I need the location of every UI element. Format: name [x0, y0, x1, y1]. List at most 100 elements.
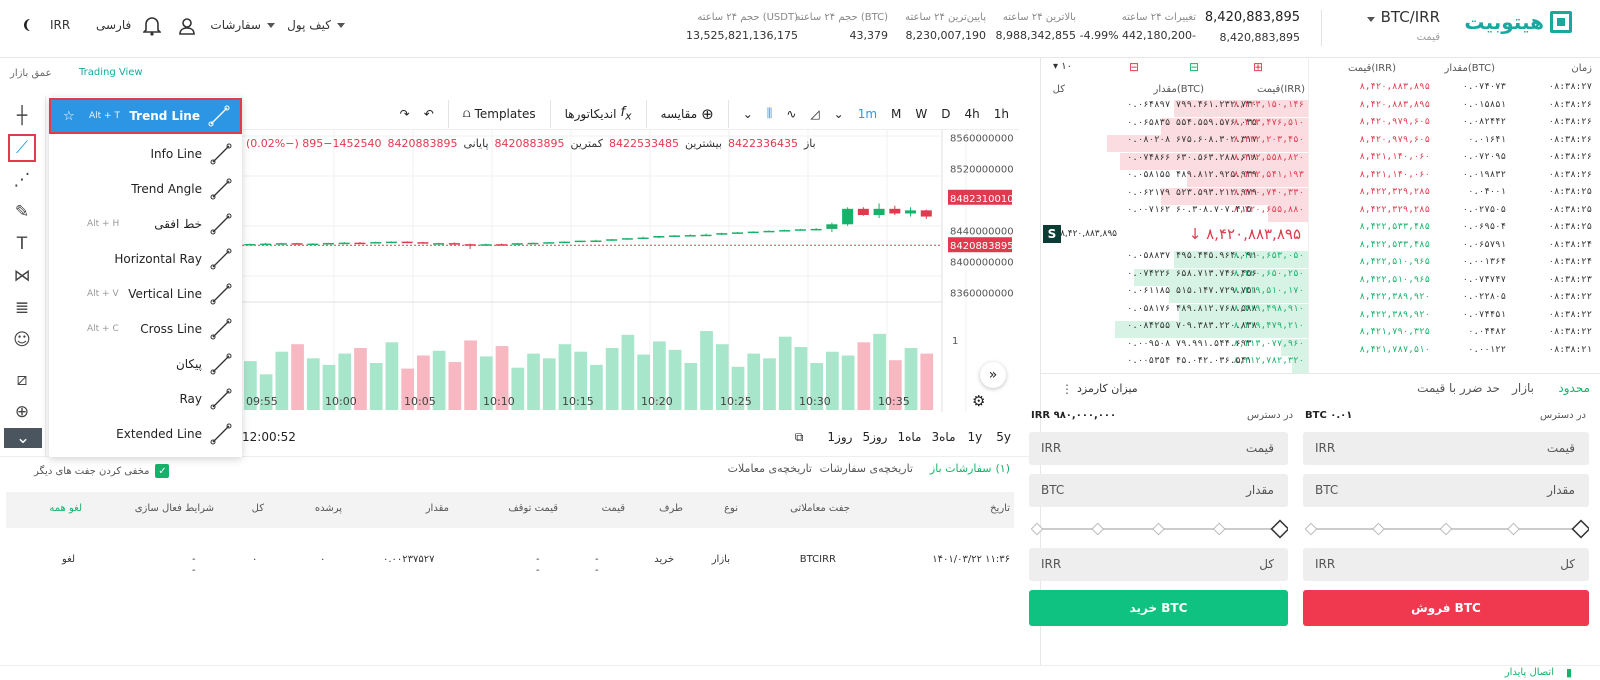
interval-W[interactable]: W: [915, 107, 927, 121]
cancel-all-button[interactable]: لغو همه: [49, 503, 82, 514]
interval-M[interactable]: M: [891, 107, 901, 121]
templates-button[interactable]: ⩍ Templates: [463, 106, 536, 121]
settings-gear-icon[interactable]: ⚙: [972, 392, 985, 410]
more-vertical-icon[interactable]: ⋮: [1061, 382, 1073, 396]
user-icon[interactable]: [178, 17, 196, 38]
chevron-down-icon[interactable]: ⌄: [743, 107, 753, 121]
range-5d[interactable]: 5روز: [862, 430, 887, 444]
stat-label: تغییرات ۲۴ ساعته: [1121, 12, 1196, 23]
trade-price: ۸,۴۲۱,۱۴۰,۰۶۰: [1359, 152, 1430, 162]
depth-select[interactable]: ▾ ۱۰: [1053, 61, 1072, 72]
chart-canvas[interactable]: 8560000000 8520000000 8482310010 8440000000…: [242, 130, 1019, 426]
draw-menu-item[interactable]: Extended Line: [49, 416, 242, 451]
trade-time: ۰۸:۳۸:۲۶: [1548, 169, 1592, 180]
candle: [464, 243, 476, 249]
both-sides-icon[interactable]: ⊞: [1253, 60, 1263, 74]
sell-amount-placeholder: مقدار: [1547, 483, 1575, 497]
compare-button[interactable]: مقایسه ⊕: [661, 105, 714, 123]
emoji-icon[interactable]: ☺: [8, 326, 36, 354]
trend-line-icon[interactable]: ⟋: [8, 134, 36, 162]
sell-amount-input[interactable]: مقدار BTC: [1303, 474, 1589, 507]
ask-amount-total: ۰.۰۶۵۸۳۵ ۵۵۴.۵۵۹.۵۷۶.۰۳۵: [1127, 117, 1258, 128]
undo-icon[interactable]: ↶: [424, 107, 434, 121]
candle: [338, 242, 350, 245]
tab-limit[interactable]: محدود: [1558, 381, 1590, 395]
tab-depth[interactable]: عمق بازار: [10, 68, 52, 79]
stat-high: بالاترین ۲۴ ساعته 8,988,342,855: [996, 12, 1076, 42]
brush-icon[interactable]: ✎: [8, 198, 36, 226]
checkbox-checked-icon[interactable]: ✓: [155, 464, 170, 478]
star-icon[interactable]: ☆: [63, 109, 75, 124]
draw-menu-item[interactable]: ☆ Alt + T Trend Line: [49, 98, 242, 134]
line-chart-icon[interactable]: ∿: [786, 107, 796, 121]
draw-menu-item[interactable]: Horizontal Ray: [49, 241, 242, 276]
interval-1h[interactable]: 1h: [994, 107, 1009, 121]
scroll-right-icon[interactable]: »: [980, 362, 1006, 388]
cancel-order-button[interactable]: لغو: [62, 554, 75, 565]
draw-menu-item[interactable]: Ray: [49, 381, 242, 416]
range-1y[interactable]: 1y: [968, 430, 983, 444]
fib-icon[interactable]: ⋰: [8, 166, 36, 194]
range-3m[interactable]: 3ماه: [931, 430, 955, 444]
fee-link[interactable]: میزان کارمزد: [1077, 382, 1138, 395]
tab-open-orders[interactable]: سفارشات باز (۱): [930, 462, 1010, 475]
language-switch[interactable]: فارسی: [96, 18, 131, 32]
buy-total-unit: IRR: [1041, 557, 1062, 571]
zoom-in-icon[interactable]: ⊕: [8, 398, 36, 426]
draw-menu-item[interactable]: Alt + C Cross Line: [49, 311, 242, 346]
trade-price: ۸,۴۲۰,۸۸۳,۸۹۵: [1359, 99, 1430, 110]
buy-total-input[interactable]: کل IRR: [1029, 548, 1288, 581]
candles-icon[interactable]: ⫼: [767, 106, 773, 121]
buy-amount-slider[interactable]: [1029, 519, 1290, 539]
wallet-menu[interactable]: کیف پول: [287, 18, 345, 32]
tab-market[interactable]: بازار: [1512, 381, 1534, 395]
candle: [905, 207, 917, 217]
calendar-icon[interactable]: ⧉: [795, 430, 804, 445]
currency-switch[interactable]: IRR: [50, 18, 70, 32]
draw-menu-item[interactable]: Info Line: [49, 136, 242, 171]
stat-label: حجم ۲۴ ساعته (BTC): [795, 12, 888, 23]
draw-menu-item[interactable]: پیکان: [49, 346, 242, 381]
bell-icon[interactable]: [142, 16, 162, 39]
tab-trading-view[interactable]: Trading View: [79, 67, 143, 78]
range-1m[interactable]: 1ماه: [897, 430, 921, 444]
sell-total-input[interactable]: کل IRR: [1303, 548, 1589, 581]
draw-menu-item[interactable]: Alt + H خط افقی: [49, 206, 242, 241]
chevron-down-icon[interactable]: ⌄: [834, 107, 844, 121]
tab-stop-limit[interactable]: حد ضرر با قیمت: [1417, 381, 1500, 395]
redo-icon[interactable]: ↷: [400, 107, 410, 121]
orders-menu[interactable]: سفارشات: [210, 18, 275, 32]
buys-only-icon[interactable]: ⊟: [1189, 60, 1199, 74]
text-icon[interactable]: T: [8, 230, 36, 258]
tab-trade-history[interactable]: تاریخچه‌ی معاملات: [728, 462, 812, 475]
site-logo[interactable]: هیتوبیت: [1464, 10, 1572, 34]
ruler-icon[interactable]: ⧄: [8, 366, 36, 394]
buy-button[interactable]: خرید BTC: [1029, 590, 1288, 626]
dark-mode-icon[interactable]: [20, 18, 34, 35]
draw-menu-item[interactable]: Trend Angle: [49, 171, 242, 206]
prediction-icon[interactable]: ≣: [8, 294, 36, 322]
indicators-button[interactable]: اندیکاتورها fx: [565, 105, 632, 123]
draw-menu-item[interactable]: Alt + V Vertical Line: [49, 276, 242, 311]
sell-button[interactable]: فروش BTC: [1303, 590, 1589, 626]
tab-order-history[interactable]: تاریخچه‌ی سفارشات: [820, 462, 913, 475]
source-badge: S: [1043, 225, 1061, 243]
area-chart-icon[interactable]: ◿: [810, 107, 819, 121]
sell-amount-slider[interactable]: [1303, 519, 1591, 539]
sell-price-input[interactable]: قیمت IRR: [1303, 432, 1589, 465]
pair-selector[interactable]: BTC/IRR قیمت: [1366, 8, 1440, 43]
crosshair-icon[interactable]: ┼: [8, 102, 36, 130]
pattern-icon[interactable]: ⋈: [8, 262, 36, 290]
interval-4h[interactable]: 4h: [965, 107, 980, 121]
candle: [873, 203, 885, 219]
hide-other-pairs[interactable]: مخفی کردن جفت های دیگر ✓: [34, 464, 170, 478]
interval-D[interactable]: D: [941, 107, 950, 121]
price-chart[interactable]: 8560000000 8520000000 8482310010 8440000000…: [242, 130, 1019, 412]
collapse-icon[interactable]: ⌄: [4, 428, 42, 448]
range-5y[interactable]: 5y: [996, 430, 1011, 444]
interval-1m[interactable]: 1m: [858, 107, 877, 121]
buy-price-input[interactable]: قیمت IRR: [1029, 432, 1288, 465]
buy-amount-input[interactable]: مقدار BTC: [1029, 474, 1288, 507]
sells-only-icon[interactable]: ⊟: [1129, 60, 1139, 74]
range-1d[interactable]: 1روز: [827, 430, 852, 444]
